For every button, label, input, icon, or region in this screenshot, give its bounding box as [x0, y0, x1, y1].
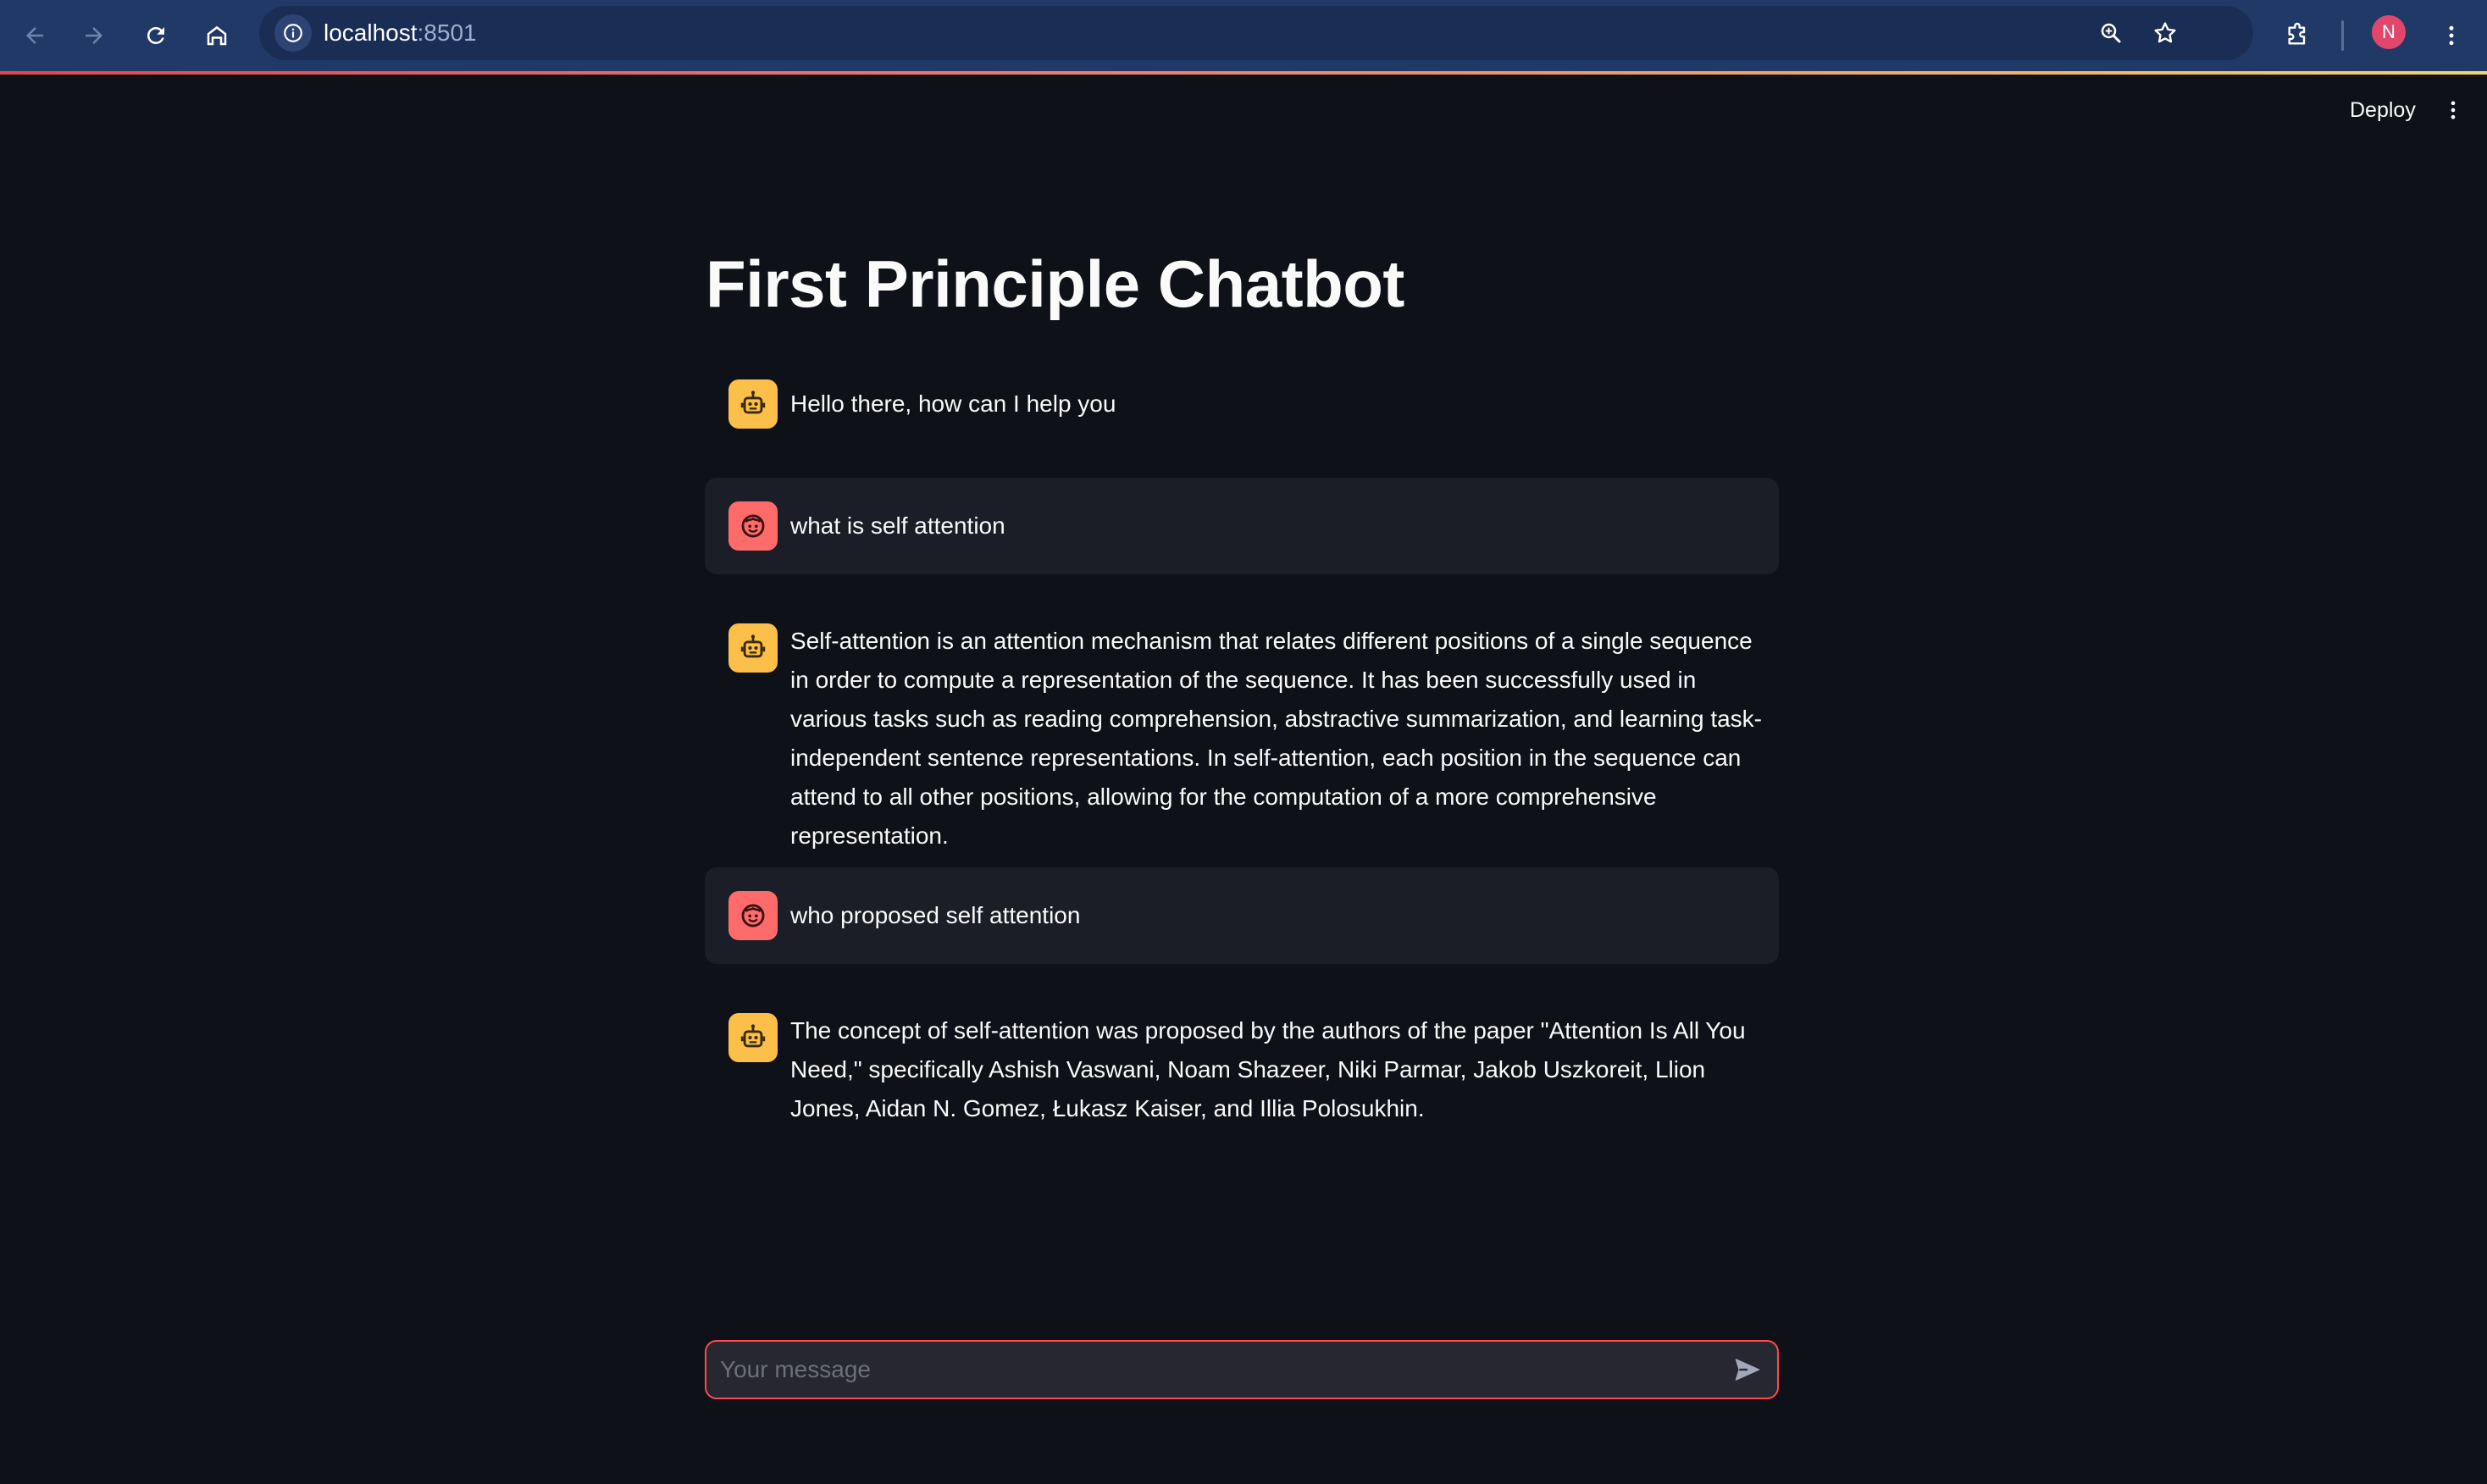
url-host: localhost — [324, 19, 418, 46]
home-icon — [207, 25, 227, 46]
more-vert-icon — [2451, 101, 2456, 119]
page-title: First Principle Chatbot — [706, 246, 1404, 321]
puzzle-icon — [2288, 22, 2306, 45]
app-menu-button[interactable] — [2436, 90, 2470, 130]
zoom-icon[interactable] — [2092, 14, 2130, 52]
profile-avatar[interactable]: N — [2372, 15, 2406, 49]
chat-message-user: who proposed self attention — [705, 867, 1779, 964]
face-icon — [741, 904, 765, 928]
url-text: localhost:8501 — [324, 6, 477, 60]
face-icon — [741, 514, 765, 538]
chat-message-assistant: The concept of self-attention was propos… — [705, 1001, 1779, 1137]
browser-menu-button[interactable] — [2431, 15, 2472, 56]
send-button[interactable] — [1728, 1350, 1767, 1389]
arrow-right-icon — [86, 27, 102, 44]
chat-message-assistant: Self-attention is an attention mechanism… — [705, 610, 1779, 849]
assistant-avatar — [728, 379, 778, 429]
chat-message-user: what is self attention — [705, 478, 1779, 574]
arrow-left-icon — [26, 27, 43, 44]
robot-icon — [740, 634, 766, 658]
extensions-button[interactable] — [2277, 15, 2318, 56]
assistant-avatar — [728, 623, 778, 673]
chat-message-assistant: Hello there, how can I help you — [705, 369, 1779, 439]
browser-toolbar: localhost:8501 N — [0, 0, 2487, 71]
home-button[interactable] — [197, 15, 237, 56]
app-decoration-line — [0, 71, 2487, 75]
message-text: The concept of self-attention was propos… — [790, 1017, 1746, 1121]
reload-button[interactable] — [136, 15, 176, 56]
address-bar[interactable]: localhost:8501 — [259, 6, 2253, 60]
message-text: Self-attention is an attention mechanism… — [790, 628, 1763, 849]
chat-input-container — [705, 1340, 1779, 1399]
send-icon — [1735, 1359, 1760, 1381]
user-avatar — [728, 501, 778, 551]
bookmark-star-icon[interactable] — [2146, 14, 2184, 52]
robot-icon — [740, 1024, 766, 1048]
chat-message-input[interactable] — [718, 1348, 1692, 1391]
message-text: what is self attention — [790, 512, 1005, 539]
message-text: Hello there, how can I help you — [790, 390, 1116, 417]
robot-icon — [740, 390, 766, 414]
site-info-icon[interactable] — [274, 14, 312, 52]
reload-icon — [147, 26, 164, 44]
more-vert-icon — [2449, 25, 2454, 46]
toolbar-divider — [2341, 20, 2344, 51]
back-button[interactable] — [14, 15, 55, 56]
forward-button[interactable] — [74, 15, 114, 56]
message-text: who proposed self attention — [790, 902, 1081, 928]
deploy-button[interactable]: Deploy — [2331, 90, 2434, 130]
url-port: :8501 — [417, 19, 477, 46]
user-avatar — [728, 891, 778, 940]
assistant-avatar — [728, 1013, 778, 1062]
